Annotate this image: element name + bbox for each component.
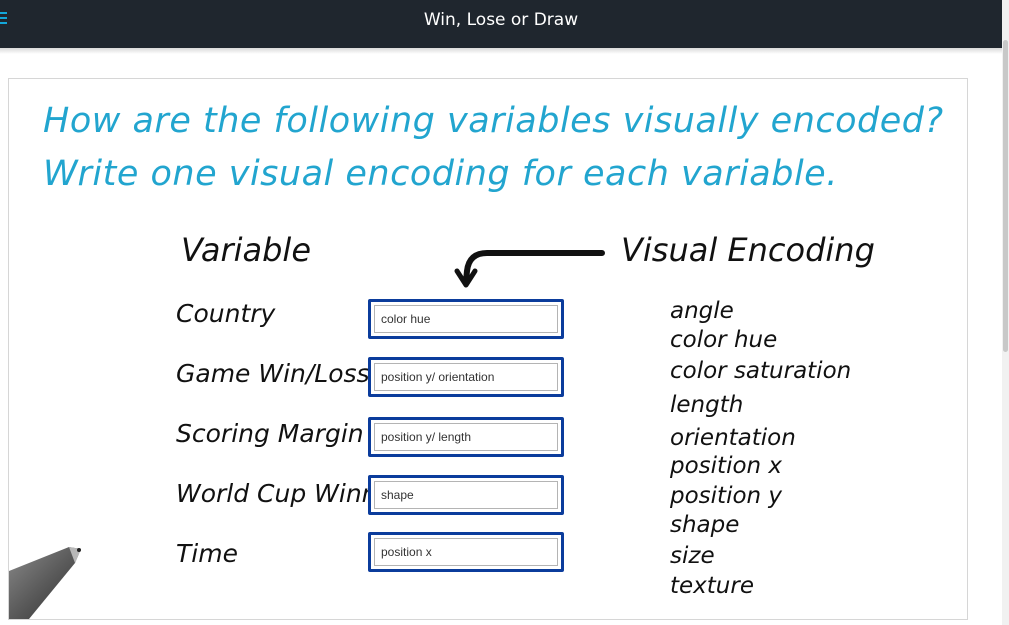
answer-box-time[interactable]: position x	[368, 532, 564, 572]
answer-input-time[interactable]: position x	[374, 538, 558, 566]
encoding-option: color hue	[670, 327, 778, 353]
answer-input-world-cup-winner[interactable]: shape	[374, 481, 558, 509]
encoding-option: size	[670, 543, 715, 569]
encoding-option: position x	[670, 453, 783, 479]
answer-box-country[interactable]: color hue	[368, 299, 564, 339]
whiteboard-frame: How are the following variables visually…	[8, 78, 968, 620]
answer-input-game-win-loss[interactable]: position y/ orientation	[374, 363, 558, 391]
encoding-option: position y	[670, 483, 783, 509]
answer-input-scoring-margin[interactable]: position y/ length	[374, 423, 558, 451]
pen-icon	[9, 547, 81, 619]
page-title: Win, Lose or Draw	[423, 10, 579, 30]
encoding-option: texture	[670, 573, 754, 599]
variable-label-time: Time	[176, 539, 238, 568]
scrollbar-thumb[interactable]	[1003, 40, 1008, 352]
top-bar: Win, Lose or Draw	[0, 0, 1002, 48]
encoding-heading: Visual Encoding	[621, 231, 875, 269]
variable-label-scoring-margin: Scoring Margin	[176, 419, 364, 448]
top-bar-shadow	[0, 48, 1002, 54]
encoding-option: length	[670, 392, 744, 418]
encoding-option: color saturation	[670, 358, 852, 384]
answer-box-game-win-loss[interactable]: position y/ orientation	[368, 357, 564, 397]
answer-box-scoring-margin[interactable]: position y/ length	[368, 417, 564, 457]
variable-label-game-win-loss: Game Win/Loss	[176, 359, 370, 388]
encoding-option: orientation	[670, 425, 796, 451]
arrow-left-icon	[454, 250, 605, 288]
variable-heading: Variable	[181, 231, 311, 269]
question-line-1: How are the following variables visually…	[43, 101, 944, 141]
encoding-option: angle	[670, 298, 734, 324]
encoding-option: shape	[670, 512, 740, 538]
variable-label-country: Country	[176, 299, 276, 328]
answer-input-country[interactable]: color hue	[374, 305, 558, 333]
question-line-2: Write one visual encoding for each varia…	[43, 154, 838, 194]
answer-box-world-cup-winner[interactable]: shape	[368, 475, 564, 515]
